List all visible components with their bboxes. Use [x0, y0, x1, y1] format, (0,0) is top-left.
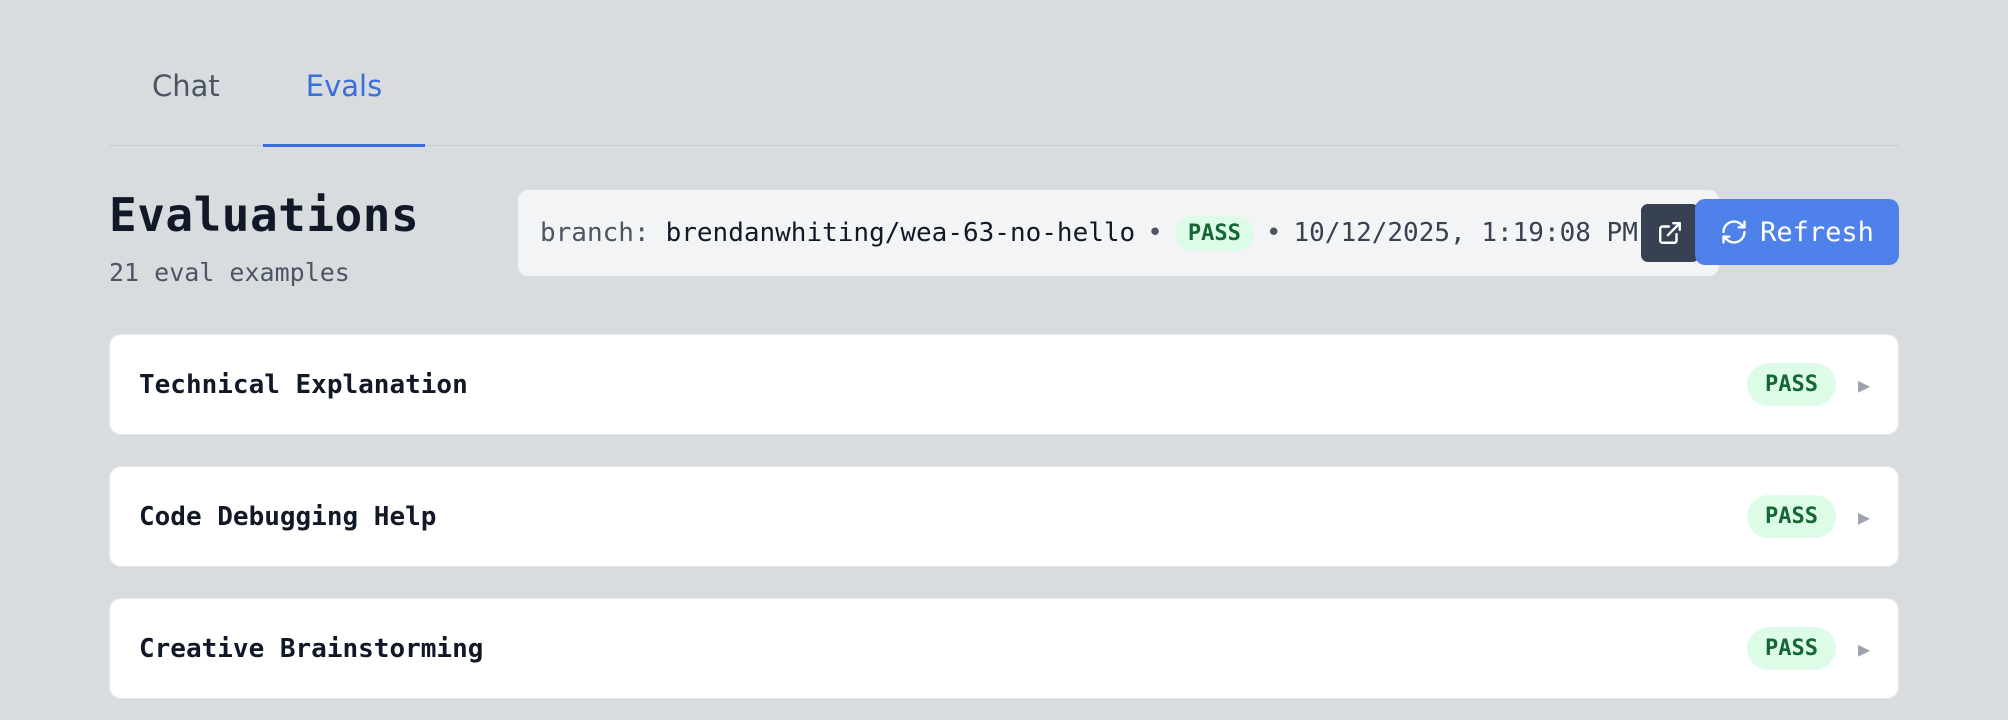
open-run-button[interactable] [1641, 204, 1699, 262]
external-link-icon [1659, 222, 1681, 244]
tab-bar: Chat Evals [109, 0, 1899, 147]
status-badge: PASS [1746, 363, 1836, 406]
run-info-bar: branch: brendanwhiting/wea-63-no-hello •… [518, 190, 1719, 276]
eval-name: Creative Brainstorming [139, 633, 484, 664]
run-timestamp: 10/12/2025, 1:19:08 PM [1293, 218, 1638, 248]
refresh-button[interactable]: Refresh [1695, 199, 1899, 265]
eval-count: 21 eval examples [109, 258, 350, 287]
title-block: Evaluations 21 eval examples [109, 188, 419, 287]
eval-list: Technical Explanation PASS ▶ Code Debugg… [109, 334, 1899, 699]
refresh-icon [1722, 220, 1746, 244]
branch-name: brendanwhiting/wea-63-no-hello [665, 218, 1136, 248]
branch-label: branch: [540, 218, 650, 248]
evals-header: Evaluations 21 eval examples branch: bre… [109, 146, 1899, 334]
eval-row[interactable]: Code Debugging Help PASS ▶ [109, 466, 1899, 567]
expand-chevron-icon[interactable]: ▶ [1858, 373, 1870, 397]
tab-chat[interactable]: Chat [109, 0, 263, 145]
separator: • [1265, 218, 1282, 248]
status-badge: PASS [1746, 627, 1836, 670]
eval-row[interactable]: Technical Explanation PASS ▶ [109, 334, 1899, 435]
eval-name: Code Debugging Help [139, 501, 437, 532]
eval-name: Technical Explanation [139, 369, 468, 400]
status-badge: PASS [1746, 495, 1836, 538]
expand-chevron-icon[interactable]: ▶ [1858, 505, 1870, 529]
refresh-label: Refresh [1760, 216, 1874, 248]
evals-page: Chat Evals Evaluations 21 eval examples … [0, 0, 2008, 720]
run-status-badge: PASS [1174, 215, 1254, 251]
separator: • [1147, 218, 1163, 248]
page-title: Evaluations [109, 188, 420, 242]
tab-evals[interactable]: Evals [262, 0, 426, 147]
eval-row[interactable]: Creative Brainstorming PASS ▶ [109, 598, 1899, 699]
expand-chevron-icon[interactable]: ▶ [1858, 637, 1870, 661]
